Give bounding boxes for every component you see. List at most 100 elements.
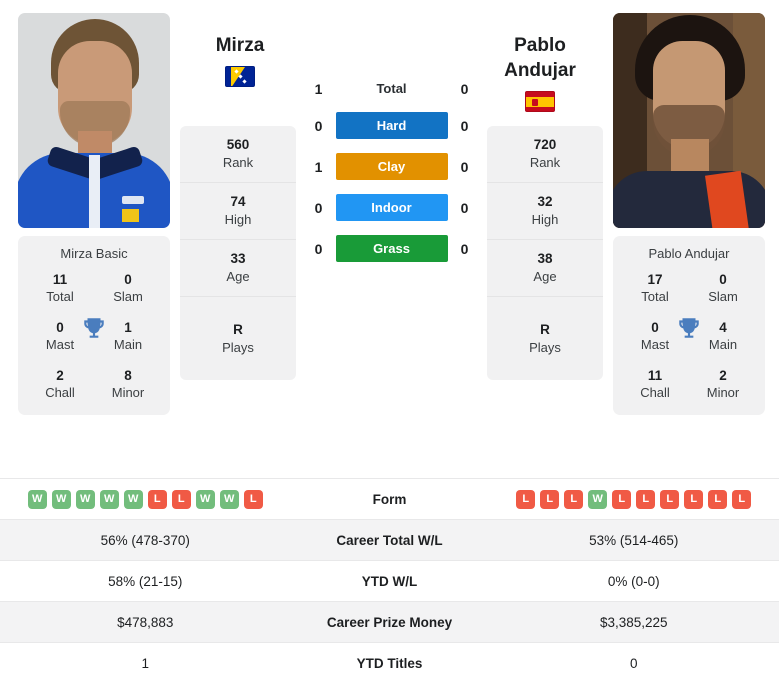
form-badge-loss: L (171, 489, 191, 509)
left-titles-chall: 2 Chall (45, 368, 75, 400)
right-high-cell: 32 High (487, 183, 603, 240)
right-titles-slam: 0 Slam (708, 272, 738, 304)
left-player-photo (18, 13, 170, 228)
h2h-grass-right: 0 (460, 240, 469, 257)
left-titles-row-2: 0 Mast 1 Main (18, 319, 170, 353)
right-titles-mast: 0 Mast (640, 320, 670, 352)
h2h-surface-row-indoor: 0 Indoor 0 (302, 194, 482, 221)
right-titles-row-2: 0 Mast 4 Main (613, 319, 765, 353)
right-player-title: Pablo Andujar (470, 33, 610, 112)
h2h-total-label: Total (376, 81, 407, 96)
right-titles-main: 4 Main (708, 320, 738, 352)
career-total-wl-label: Career Total W/L (336, 532, 443, 548)
ytd-titles-label: YTD Titles (356, 655, 423, 671)
left-player-vitals: 560 Rank 74 High 33 Age R Plays (180, 126, 296, 380)
right-titles-row-3: 11 Chall 2 Minor (613, 367, 765, 401)
table-row-form: WWWWWLLWWL Form LLLWLLLLLL (0, 478, 779, 519)
form-badge-loss: L (732, 489, 752, 509)
right-titles-row-1: 17 Total 0 Slam (613, 271, 765, 305)
form-badge-win: W (51, 489, 71, 509)
ytd-titles-right: 0 (629, 655, 638, 671)
form-badge-win: W (75, 489, 95, 509)
right-titles-chall: 11 Chall (640, 368, 670, 400)
ytd-titles-left: 1 (141, 655, 149, 671)
ytd-wl-label: YTD W/L (361, 573, 418, 589)
career-total-wl-right: 53% (514-465) (589, 532, 679, 548)
h2h-surface-row-grass: 0 Grass 0 (302, 235, 482, 262)
career-prize-money-left: $478,883 (117, 614, 174, 630)
career-total-wl-left: 56% (478-370) (100, 532, 190, 548)
left-titles-row-1: 11 Total 0 Slam (18, 271, 170, 305)
form-badge-win: W (27, 489, 47, 509)
left-career-name: Mirza Basic (60, 246, 128, 261)
h2h-total-row: 1 Total 0 (302, 80, 482, 98)
form-badge-win: W (588, 489, 608, 509)
right-player-photo (613, 13, 765, 228)
h2h-hard-left: 0 (314, 117, 323, 134)
ytd-wl-left: 58% (21-15) (108, 573, 183, 589)
form-badge-loss: L (516, 489, 536, 509)
form-badge-win: W (123, 489, 143, 509)
stats-comparison-table: WWWWWLLWWL Form LLLWLLLLLL 56% (478-370)… (0, 478, 779, 683)
h2h-surface-row-hard: 0 Hard 0 (302, 112, 482, 139)
left-career-titles-card: Mirza Basic 11 Total 0 Slam 0 Mast 1 Mai… (18, 236, 170, 415)
form-badge-loss: L (147, 489, 167, 509)
form-badge-loss: L (684, 489, 704, 509)
left-titles-row-3: 2 Chall 8 Minor (18, 367, 170, 401)
form-badge-loss: L (708, 489, 728, 509)
right-titles-minor: 2 Minor (706, 368, 740, 400)
table-row-career-prize-money: $478,883 Career Prize Money $3,385,225 (0, 601, 779, 642)
form-label: Form (372, 491, 407, 507)
head-to-head-column: Mirza 1 Total 0 0 Hard (296, 0, 487, 262)
career-prize-money-right: $3,385,225 (599, 614, 668, 630)
h2h-clay-left: 1 (314, 158, 323, 175)
ytd-wl-right: 0% (0-0) (607, 573, 660, 589)
h2h-surface-row-clay: 1 Clay 0 (302, 153, 482, 180)
bosnia-herzegovina-flag-icon (225, 66, 255, 87)
form-badge-win: W (219, 489, 239, 509)
form-badge-loss: L (660, 489, 680, 509)
h2h-hard-right: 0 (460, 117, 469, 134)
career-prize-money-label: Career Prize Money (326, 614, 453, 630)
left-titles-mast: 0 Mast (45, 320, 75, 352)
surface-badge-grass[interactable]: Grass (335, 235, 448, 262)
form-badge-loss: L (564, 489, 584, 509)
left-high-cell: 74 High (180, 183, 296, 240)
player-comparison-page: Mirza Basic 11 Total 0 Slam 0 Mast 1 Mai… (0, 0, 779, 699)
h2h-clay-right: 0 (460, 158, 469, 175)
left-titles-slam: 0 Slam (113, 272, 143, 304)
table-row-ytd-wl: 58% (21-15) YTD W/L 0% (0-0) (0, 560, 779, 601)
form-badge-win: W (195, 489, 215, 509)
table-row-ytd-titles: 1 YTD Titles 0 (0, 642, 779, 683)
right-career-name: Pablo Andujar (648, 246, 730, 261)
surface-badge-clay[interactable]: Clay (335, 153, 448, 180)
left-player-title: Mirza (170, 33, 310, 87)
right-career-titles-card: Pablo Andujar 17 Total 0 Slam 0 Mast 4 M… (613, 236, 765, 415)
form-left: WWWWWLLWWL (0, 489, 291, 509)
right-titles-total: 17 Total (641, 272, 669, 304)
form-badge-win: W (99, 489, 119, 509)
h2h-indoor-left: 0 (314, 199, 323, 216)
right-age-cell: 38 Age (487, 240, 603, 297)
surface-badge-indoor[interactable]: Indoor (335, 194, 448, 221)
left-titles-main: 1 Main (113, 320, 143, 352)
left-titles-minor: 8 Minor (111, 368, 145, 400)
form-badge-loss: L (612, 489, 632, 509)
right-plays-cell: R Plays (529, 321, 561, 355)
surface-badge-hard[interactable]: Hard (335, 112, 448, 139)
right-player-vitals: 720 Rank 32 High 38 Age R Plays (487, 126, 603, 380)
left-plays-cell: R Plays (222, 321, 254, 355)
form-badge-loss: L (540, 489, 560, 509)
h2h-grass-left: 0 (314, 240, 323, 257)
h2h-indoor-right: 0 (460, 199, 469, 216)
left-age-cell: 33 Age (180, 240, 296, 297)
form-right: LLLWLLLLLL (489, 489, 779, 509)
spain-flag-icon (525, 91, 555, 112)
left-rank-cell: 560 Rank (180, 126, 296, 183)
right-player-column: Pablo Andujar 17 Total 0 Slam 0 Mast 4 M… (613, 13, 765, 415)
right-rank-cell: 720 Rank (487, 126, 603, 183)
left-player-column: Mirza Basic 11 Total 0 Slam 0 Mast 1 Mai… (18, 13, 170, 415)
left-titles-total: 11 Total (46, 272, 74, 304)
table-row-career-total-wl: 56% (478-370) Career Total W/L 53% (514-… (0, 519, 779, 560)
form-badge-loss: L (243, 489, 263, 509)
